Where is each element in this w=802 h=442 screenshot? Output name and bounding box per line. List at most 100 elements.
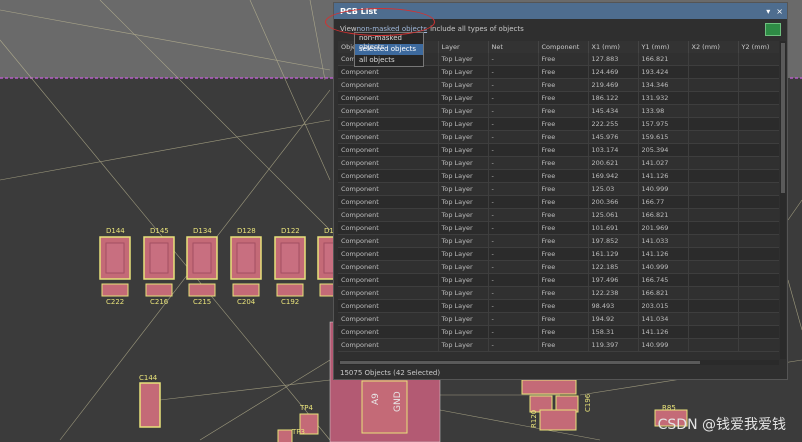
filter-scope-dropdown[interactable]: non-masked objectsselected objectsall ob…	[354, 32, 424, 67]
table-row[interactable]: Component Top Layer - Free 125.03 140.999	[338, 182, 779, 196]
vertical-scrollbar[interactable]	[780, 41, 786, 359]
table-cell: -	[488, 273, 539, 287]
table-cell: Free	[538, 130, 589, 144]
led-d134[interactable]: D134 C215	[186, 227, 218, 306]
table-cell	[738, 234, 779, 248]
table-cell	[688, 53, 739, 66]
table-cell	[688, 65, 739, 79]
table-row[interactable]: Component Top Layer - Free 197.496 166.745	[338, 273, 779, 287]
table-cell: Top Layer	[438, 221, 489, 235]
table-cell	[688, 299, 739, 313]
table-cell	[738, 247, 779, 261]
table-cell: Top Layer	[438, 117, 489, 131]
table-row[interactable]: Component Top Layer - Free 98.493 203.015	[338, 299, 779, 313]
table-cell: Component	[338, 78, 439, 92]
table-row[interactable]: Component Top Layer - Free 158.31 141.126	[338, 325, 779, 339]
table-row[interactable]: Component Top Layer - Free 222.255 157.975	[338, 117, 779, 131]
panel-title: PCB List	[340, 6, 378, 16]
table-cell: Free	[538, 325, 589, 339]
table-cell	[738, 338, 779, 352]
table-row[interactable]: Component Top Layer - Free 194.92 141.034	[338, 312, 779, 326]
table-cell: -	[488, 234, 539, 248]
table-row[interactable]: Component Top Layer - Free 122.238 166.821	[338, 286, 779, 300]
table-row[interactable]: Component Top Layer - Free 161.129 141.126	[338, 247, 779, 261]
filter-include-text[interactable]: include all types of objects	[430, 25, 524, 33]
table-cell: Free	[538, 312, 589, 326]
table-cell: 203.015	[638, 299, 689, 313]
table-cell: Component	[338, 104, 439, 118]
table-row[interactable]: Component Top Layer - Free 219.469 134.346	[338, 78, 779, 92]
table-cell: 125.03	[588, 182, 639, 196]
table-cell	[688, 143, 739, 157]
table-cell	[688, 208, 739, 222]
table-row[interactable]: Component Top Layer - Free 197.852 141.033	[338, 234, 779, 248]
table-cell: Component	[338, 130, 439, 144]
table-cell: Component	[338, 299, 439, 313]
column-header[interactable]: Net	[488, 41, 539, 53]
horizontal-scrollbar[interactable]	[338, 360, 779, 365]
table-cell: 134.346	[638, 78, 689, 92]
table-cell: 124.469	[588, 65, 639, 79]
panel-titlebar[interactable]: PCB List ▾ ×	[334, 3, 787, 19]
table-cell	[688, 260, 739, 274]
table-cell	[688, 234, 739, 248]
table-cell: Top Layer	[438, 208, 489, 222]
table-cell: -	[488, 208, 539, 222]
table-row[interactable]: Component Top Layer - Free 200.621 141.027	[338, 156, 779, 170]
led-d128[interactable]: D128 C204	[230, 227, 262, 306]
table-cell	[738, 104, 779, 118]
column-header[interactable]: Component	[538, 41, 589, 53]
table-cell: -	[488, 260, 539, 274]
led-d122[interactable]: D122 C192	[274, 227, 306, 306]
dropdown-option[interactable]: selected objects	[355, 44, 423, 55]
column-header[interactable]: Y1 (mm)	[638, 41, 689, 53]
table-row[interactable]: Component Top Layer - Free 145.434 133.98	[338, 104, 779, 118]
vertical-scroll-thumb[interactable]	[781, 43, 785, 193]
table-row[interactable]: Component Top Layer - Free 122.185 140.999	[338, 260, 779, 274]
table-row[interactable]: Component Top Layer - Free 125.061 166.821	[338, 208, 779, 222]
column-header[interactable]: X1 (mm)	[588, 41, 639, 53]
tp3-pad[interactable]	[277, 429, 293, 442]
table-cell: 141.126	[638, 247, 689, 261]
excel-export-icon[interactable]	[765, 23, 781, 36]
table-row[interactable]: Component Top Layer - Free 169.942 141.126	[338, 169, 779, 183]
table-cell: 193.424	[638, 65, 689, 79]
c144-component[interactable]	[139, 382, 161, 428]
column-header[interactable]: Y2 (mm)	[738, 41, 779, 53]
table-cell: Component	[338, 156, 439, 170]
table-cell: -	[488, 169, 539, 183]
table-row[interactable]: Component Top Layer - Free 145.976 159.615	[338, 130, 779, 144]
status-text: 15075 Objects (42 Selected)	[340, 369, 441, 377]
table-cell: 200.621	[588, 156, 639, 170]
table-cell: 166.821	[638, 286, 689, 300]
table-row[interactable]: Component Top Layer - Free 186.122 131.932	[338, 91, 779, 105]
table-cell	[688, 312, 739, 326]
table-cell: Top Layer	[438, 65, 489, 79]
table-cell	[738, 260, 779, 274]
dropdown-option[interactable]: non-masked objects	[355, 33, 423, 51]
table-cell: -	[488, 53, 539, 66]
table-row[interactable]: Component Top Layer - Free 119.397 140.999	[338, 338, 779, 352]
table-cell: Free	[538, 156, 589, 170]
capacitor-label: C215	[193, 298, 211, 306]
table-row[interactable]: Component Top Layer - Free 103.174 205.394	[338, 143, 779, 157]
table-cell: Top Layer	[438, 234, 489, 248]
table-cell	[738, 325, 779, 339]
table-cell	[688, 221, 739, 235]
table-row[interactable]: Component Top Layer - Free 124.469 193.424	[338, 65, 779, 79]
column-header[interactable]: Layer	[438, 41, 489, 53]
chip-text-gnd: GND	[393, 391, 403, 412]
table-cell	[738, 143, 779, 157]
table-cell	[738, 273, 779, 287]
horizontal-scroll-thumb[interactable]	[340, 361, 700, 364]
table-row[interactable]: Component Top Layer - Free 101.691 201.969	[338, 221, 779, 235]
column-header[interactable]: X2 (mm)	[688, 41, 739, 53]
table-row[interactable]: Component Top Layer - Free 200.366 166.77	[338, 195, 779, 209]
dropdown-option[interactable]: all objects	[355, 55, 423, 66]
panel-menu-icon[interactable]: ▾	[766, 7, 770, 16]
close-icon[interactable]: ×	[776, 7, 783, 16]
table-cell: 166.821	[638, 208, 689, 222]
led-d144[interactable]: D144 C222	[99, 227, 131, 306]
table-cell: 201.969	[638, 221, 689, 235]
led-d145[interactable]: D145 C216	[143, 227, 175, 306]
